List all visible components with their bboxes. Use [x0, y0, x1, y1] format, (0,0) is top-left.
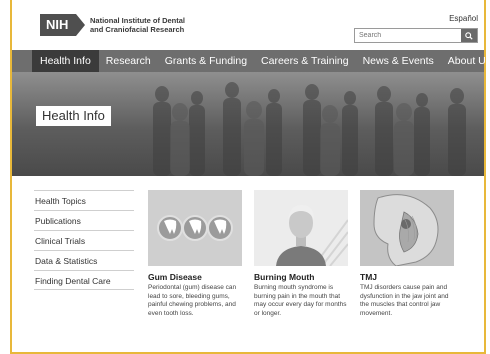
sidebar-item-health-topics[interactable]: Health Topics [34, 190, 134, 210]
card-burning-mouth[interactable]: Burning Mouth Burning mouth syndrome is … [254, 190, 348, 318]
sidebar-item-data-statistics[interactable]: Data & Statistics [34, 250, 134, 270]
burning-mouth-image [254, 190, 348, 266]
woman-portrait-image [254, 190, 348, 266]
nav-health-info[interactable]: Health Info [32, 50, 99, 72]
card-gum-disease[interactable]: Gum Disease Periodontal (gum) disease ca… [148, 190, 242, 318]
site-header: NIH National Institute of Dental and Cra… [12, 0, 484, 46]
nidcr-logo[interactable]: NIH National Institute of Dental and Cra… [40, 14, 200, 36]
sidebar-item-clinical-trials[interactable]: Clinical Trials [34, 230, 134, 250]
card-title: Gum Disease [148, 272, 202, 282]
sidebar-nav: Health Topics Publications Clinical Tria… [34, 190, 134, 290]
sidebar-item-publications[interactable]: Publications [34, 210, 134, 230]
nav-about-us[interactable]: About Us [441, 50, 490, 72]
teeth-icon [157, 215, 233, 241]
card-description: Periodontal (gum) disease can lead to so… [148, 284, 237, 317]
nih-badge: NIH [40, 14, 85, 36]
hero-title: Health Info [36, 106, 111, 126]
nav-grants-funding[interactable]: Grants & Funding [158, 50, 254, 72]
page-frame: NIH National Institute of Dental and Cra… [10, 0, 490, 354]
tmj-image [360, 190, 454, 266]
main-nav: Health Info Research Grants & Funding Ca… [12, 50, 490, 72]
search-button[interactable] [461, 29, 477, 42]
jaw-anatomy-image [360, 190, 454, 266]
card-title: TMJ [360, 272, 377, 282]
nav-research[interactable]: Research [99, 50, 158, 72]
sidebar-item-finding-dental-care[interactable]: Finding Dental Care [34, 270, 134, 290]
hero-banner: Health Info [12, 72, 484, 176]
nav-careers-training[interactable]: Careers & Training [254, 50, 356, 72]
search-icon [465, 31, 473, 40]
search-input[interactable] [355, 29, 461, 42]
card-title: Burning Mouth [254, 272, 315, 282]
search-box [354, 28, 478, 43]
org-name: National Institute of Dental and Craniof… [90, 16, 186, 34]
card-description: TMJ disorders cause pain and dysfunction… [360, 284, 449, 317]
card-description: Burning mouth syndrome is burning pain i… [254, 284, 347, 317]
nav-news-events[interactable]: News & Events [356, 50, 441, 72]
card-tmj[interactable]: TMJ TMJ disorders cause pain and dysfunc… [360, 190, 454, 318]
language-link-espanol[interactable]: Español [449, 14, 478, 23]
gum-disease-image [148, 190, 242, 266]
